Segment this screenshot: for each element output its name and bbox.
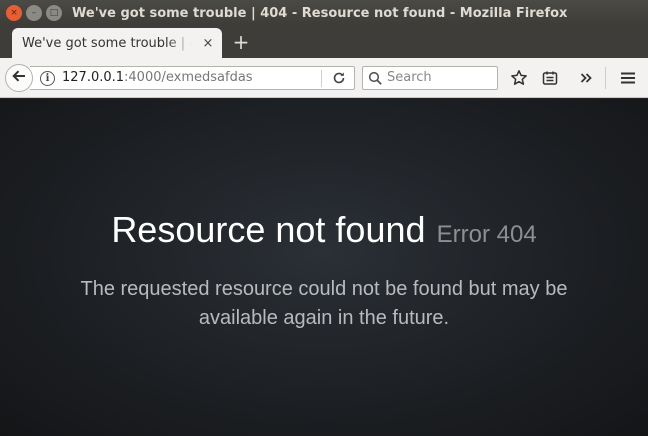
tab-strip: We've got some trouble | 404 - Resource … [0, 26, 648, 58]
url-text[interactable]: 127.0.0.1:4000/exmedsafdas [62, 70, 253, 85]
url-bar-divider [321, 70, 322, 87]
url-path: :4000/exmedsafdas [124, 70, 253, 85]
tab-title: We've got some trouble | 404 - Resource … [22, 35, 192, 51]
url-bar[interactable]: i 127.0.0.1:4000/exmedsafdas [30, 66, 355, 90]
back-arrow-icon [11, 68, 27, 88]
window-titlebar: × – □ We've got some trouble | 404 - Res… [0, 0, 648, 26]
window-minimize-button[interactable]: – [26, 5, 42, 21]
new-tab-button[interactable]: + [230, 30, 252, 54]
page-content: Resource not found Error 404 The request… [0, 99, 648, 436]
error-message: The requested resource could not be foun… [80, 278, 568, 329]
back-button[interactable] [5, 64, 33, 92]
navigation-toolbar: i 127.0.0.1:4000/exmedsafdas Search [0, 58, 648, 98]
url-host: 127.0.0.1 [62, 70, 125, 85]
tab-close-button[interactable]: × [200, 35, 216, 51]
search-icon [368, 71, 383, 86]
tab-active[interactable]: We've got some trouble | 404 - Resource … [12, 28, 222, 58]
window-title: We've got some trouble | 404 - Resource … [72, 5, 568, 21]
toolbar-separator [605, 67, 606, 89]
star-icon[interactable] [508, 67, 530, 89]
hamburger-menu-icon[interactable] [617, 67, 639, 89]
window-maximize-button[interactable]: □ [46, 5, 62, 21]
window-close-button[interactable]: × [6, 5, 22, 21]
reload-icon[interactable] [331, 70, 347, 86]
page-heading: Resource not found Error 404 [0, 209, 648, 251]
search-placeholder: Search [387, 70, 432, 85]
chevron-right-double-icon[interactable] [575, 67, 597, 89]
reading-list-icon[interactable] [539, 67, 561, 89]
window-controls: × – □ [6, 5, 62, 21]
search-bar[interactable]: Search [362, 66, 498, 90]
error-code: Error 404 [436, 221, 537, 248]
page-title: Resource not found [111, 209, 426, 250]
info-icon[interactable]: i [40, 71, 55, 86]
